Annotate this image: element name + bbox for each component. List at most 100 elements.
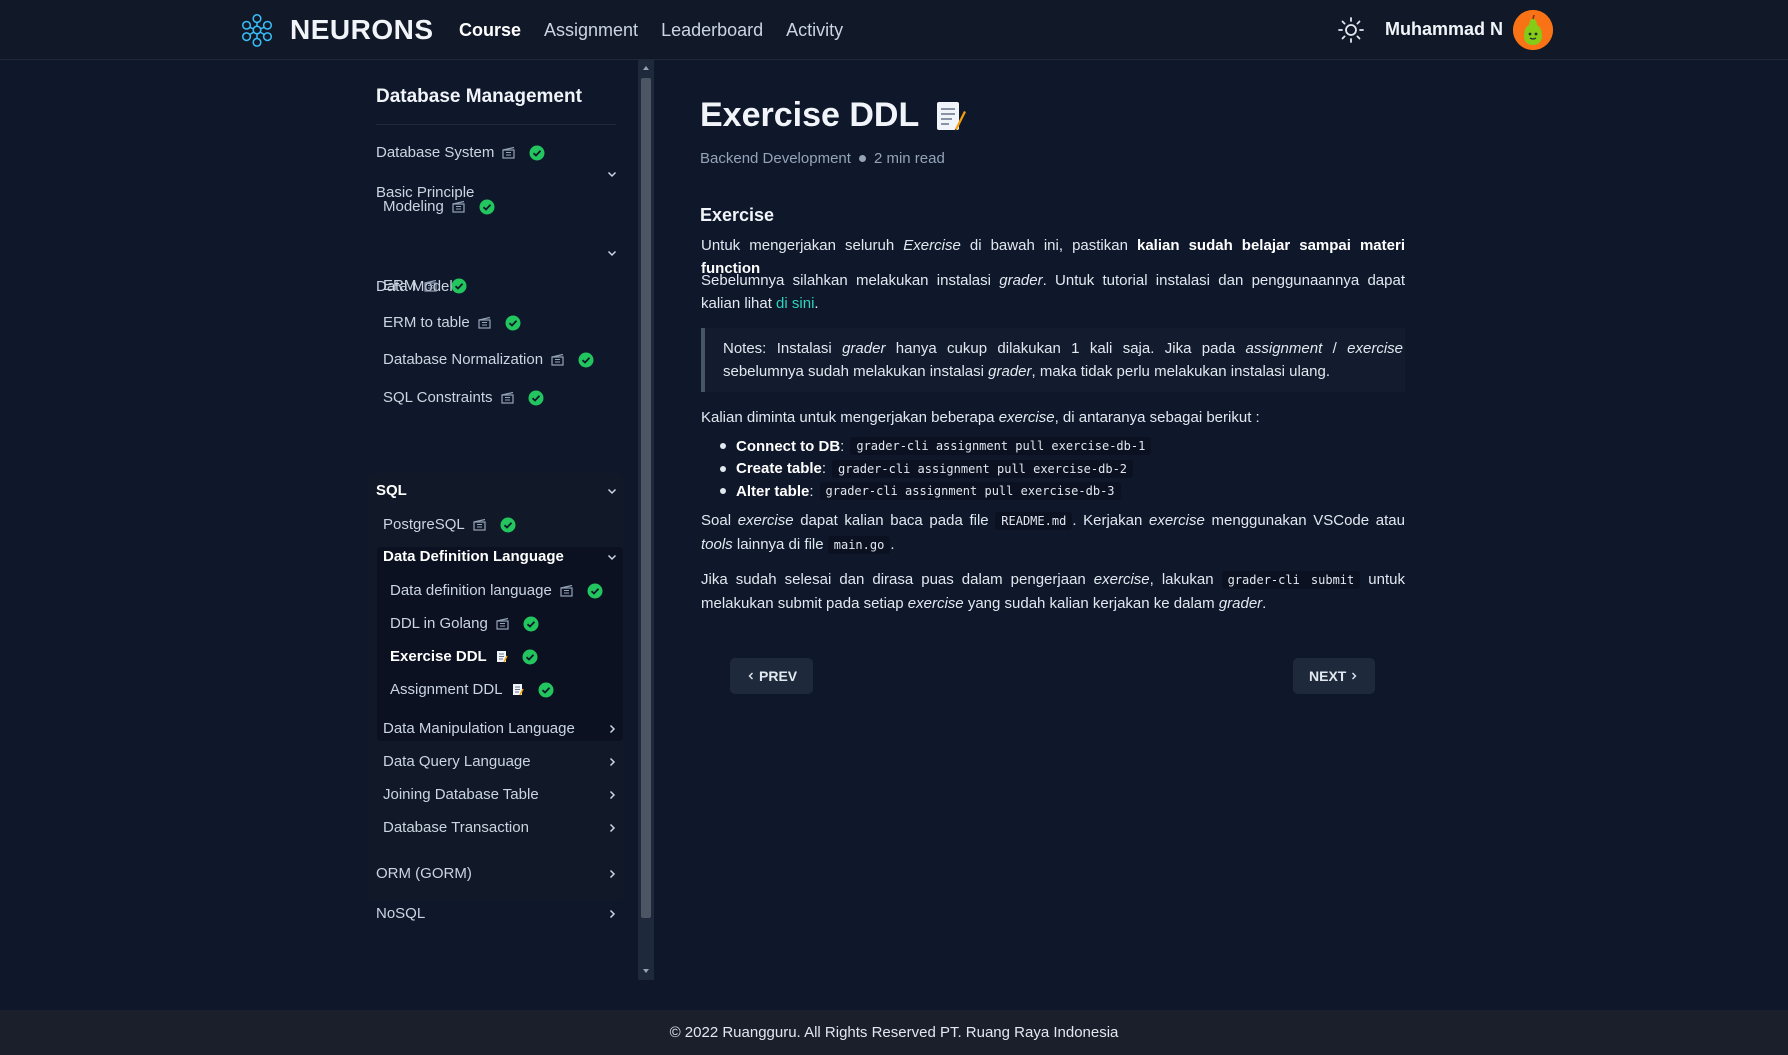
sidebar-item-label: Data definition language — [390, 582, 552, 599]
paragraph-submit: Jika sudah selesai dan dirasa puas dalam… — [701, 568, 1405, 615]
scroll-down-icon[interactable] — [641, 966, 651, 976]
sidebar-group-label: SQL — [376, 482, 407, 499]
sidebar-item-postgresql[interactable]: PostgreSQL — [383, 516, 516, 533]
section-heading: Exercise — [700, 205, 775, 225]
nav-course[interactable]: Course — [459, 20, 521, 41]
chevron-down-icon[interactable] — [606, 247, 618, 259]
sidebar-item-label: ERM to table — [383, 314, 470, 331]
text-run: : — [809, 482, 814, 500]
sidebar-item-modeling[interactable]: Modeling — [383, 198, 495, 215]
chevron-down-icon[interactable] — [606, 551, 618, 563]
text-run: yang sudah kalian kerjakan ke dalam — [963, 595, 1219, 612]
sidebar-group-nosql[interactable]: NoSQL — [376, 905, 425, 922]
chevron-down-icon[interactable] — [606, 485, 618, 497]
command-code[interactable]: grader-cli assignment pull exercise-db-3 — [819, 482, 1121, 501]
check-badge-icon — [479, 199, 495, 214]
sun-icon[interactable] — [1337, 16, 1365, 44]
chevron-right-icon[interactable] — [606, 756, 618, 768]
install-guide-link[interactable]: di sini — [776, 295, 814, 312]
sidebar-item-exercise-ddl[interactable]: Exercise DDL — [390, 648, 538, 665]
chevron-right-icon[interactable] — [606, 908, 618, 920]
avatar-pear-icon — [1513, 10, 1553, 50]
sidebar-item-assignment-ddl[interactable]: Assignment DDL — [390, 681, 554, 698]
film-clapper-icon — [560, 584, 573, 597]
text-run: exercise — [737, 512, 794, 529]
sidebar-group-joining[interactable]: Joining Database Table — [383, 786, 539, 803]
sidebar-group-sql[interactable]: SQL — [376, 482, 407, 499]
sidebar-group-label: Joining Database Table — [383, 786, 539, 803]
chevron-left-icon — [748, 672, 753, 680]
chevron-right-icon[interactable] — [606, 822, 618, 834]
next-button[interactable]: NEXT — [1293, 658, 1376, 694]
sidebar-title: Database Management — [376, 86, 582, 107]
sidebar-group-dql[interactable]: Data Query Language — [383, 753, 531, 770]
sidebar-scrollbar[interactable] — [638, 60, 654, 980]
brand[interactable]: NEURONS — [238, 10, 434, 50]
text-run: Notes: Instalasi — [723, 340, 843, 357]
check-badge-icon — [528, 390, 543, 405]
nav-leaderboard[interactable]: Leaderboard — [661, 20, 763, 41]
paragraph-install: Sebelumnya silahkan melakukan instalasi … — [701, 269, 1405, 315]
user-name[interactable]: Muhammad N — [1385, 19, 1503, 40]
brand-name: NEURONS — [290, 14, 434, 45]
next-button-label: NEXT — [1309, 668, 1347, 684]
nav-assignment[interactable]: Assignment — [544, 20, 638, 41]
course-sidebar: Database Management Database System Basi… — [368, 60, 624, 980]
sidebar-group-orm[interactable]: ORM (GORM) — [376, 865, 472, 882]
sidebar-group-dml[interactable]: Data Manipulation Language — [383, 720, 575, 737]
sidebar-group-label: Data Manipulation Language — [383, 720, 575, 737]
scroll-up-icon[interactable] — [641, 63, 651, 73]
text-run: / — [1322, 340, 1348, 357]
list-item: Create table: grader-cli assignment pull… — [720, 458, 1410, 481]
film-clapper-icon — [500, 391, 514, 404]
film-clapper-icon — [551, 353, 564, 366]
page-title-text: Exercise DDL — [700, 96, 920, 134]
scrollbar-thumb[interactable] — [641, 78, 651, 918]
text-run: tools — [701, 536, 733, 553]
text-run: exercise — [1093, 571, 1150, 588]
sidebar-item-sql-constraints[interactable]: SQL Constraints — [383, 389, 544, 406]
sidebar-item-erm[interactable]: ERM — [383, 277, 467, 294]
main-nav: Course Assignment Leaderboard Activity — [459, 0, 866, 60]
copyright-text: © 2022 Ruangguru. All Rights Reserved PT… — [669, 1024, 1119, 1041]
bullet-dot — [720, 488, 726, 495]
chevron-right-icon[interactable] — [606, 868, 618, 880]
main-go-code: main.go — [827, 536, 891, 554]
chevron-right-icon[interactable] — [606, 789, 618, 801]
check-badge-icon — [523, 616, 539, 631]
command-code[interactable]: grader-cli assignment pull exercise-db-1 — [850, 437, 1152, 456]
text-run: . — [890, 536, 895, 553]
command-code[interactable]: grader-cli assignment pull exercise-db-2 — [832, 459, 1134, 478]
text-run: grader — [988, 363, 1032, 380]
text-run: Soal — [701, 512, 738, 529]
sidebar-item-ddl-lesson[interactable]: Data definition language — [390, 582, 603, 599]
nav-activity[interactable]: Activity — [786, 20, 843, 41]
text-run: : — [821, 460, 827, 478]
readme-code: README.md — [995, 512, 1073, 530]
text-run: hanya cukup dilakukan 1 kali saja. Jika … — [885, 340, 1246, 357]
sidebar-item-database-normalization[interactable]: Database Normalization — [383, 351, 594, 368]
prev-button[interactable]: PREV — [730, 658, 814, 694]
notes-text: Notes: Instalasi grader hanya cukup dila… — [723, 337, 1403, 383]
sidebar-item-label: ERM — [383, 277, 417, 294]
sidebar-item-database-system[interactable]: Database System — [376, 144, 545, 161]
text-run: . Kerjakan — [1072, 512, 1149, 529]
text-run: Sebelumnya silahkan melakukan instalasi — [701, 272, 1000, 289]
film-clapper-icon — [496, 617, 509, 630]
submit-code: grader-cli submit — [1221, 571, 1361, 589]
sidebar-item-erm-to-table[interactable]: ERM to table — [383, 314, 521, 331]
sidebar-item-label: Database Normalization — [383, 351, 544, 368]
check-badge-icon — [500, 517, 516, 532]
text-run: . — [1262, 595, 1267, 612]
check-badge-icon — [587, 583, 603, 598]
avatar[interactable] — [1513, 10, 1553, 50]
sidebar-group-ddl[interactable]: Data Definition Language — [383, 548, 564, 565]
sidebar-group-transaction[interactable]: Database Transaction — [383, 819, 529, 836]
text-run: , di antaranya sebagai berikut : — [1054, 409, 1260, 426]
chevron-right-icon[interactable] — [606, 723, 618, 735]
text-run: . — [814, 295, 819, 312]
chevron-down-icon[interactable] — [606, 168, 618, 180]
sidebar-divider — [376, 124, 616, 125]
paragraph-exercise-list-intro: Kalian diminta untuk mengerjakan beberap… — [701, 406, 1405, 429]
sidebar-item-ddl-golang[interactable]: DDL in Golang — [390, 615, 539, 632]
